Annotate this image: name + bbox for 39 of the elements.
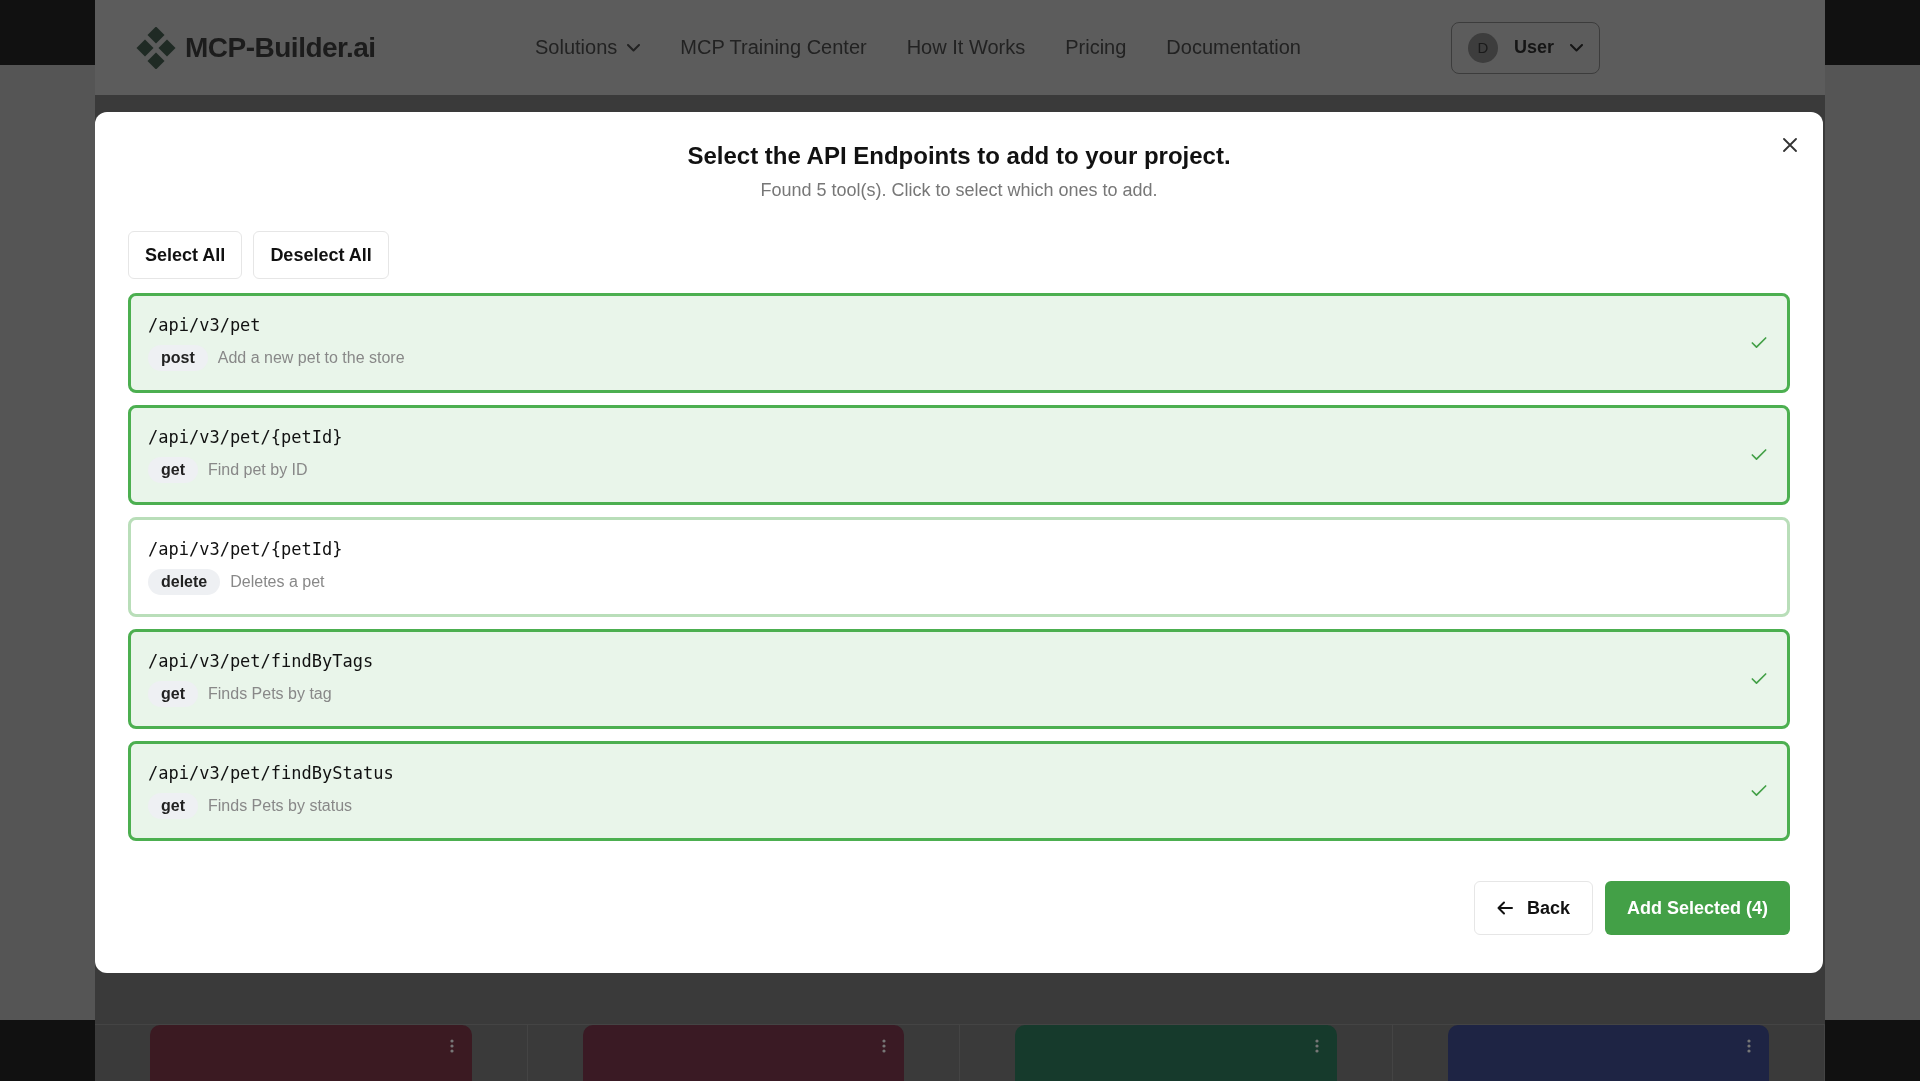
endpoint-option[interactable]: /api/v3/pet/{petId} delete Deletes a pet [128, 517, 1790, 617]
arrow-left-icon [1496, 901, 1513, 915]
dialog-title: Select the API Endpoints to add to your project. [686, 142, 1232, 170]
endpoint-option[interactable]: /api/v3/pet/{petId} get Find pet by ID [128, 405, 1790, 505]
method-tag: delete [148, 569, 221, 595]
user-name: User [1513, 37, 1554, 58]
chevron-down-icon [1569, 43, 1583, 52]
more-icon [1747, 1039, 1751, 1053]
endpoint-description: Finds Pets by status [208, 797, 353, 815]
close-icon [1783, 138, 1797, 152]
bulk-select-button[interactable]: Deselect All [253, 231, 389, 279]
endpoint-description: Add a new pet to the store [217, 349, 405, 367]
more-icon [882, 1039, 886, 1053]
endpoint-description: Find pet by ID [208, 461, 308, 479]
more-icon [449, 1039, 454, 1053]
endpoint-option[interactable]: /api/v3/pet/findByStatus get Finds Pets by status [128, 741, 1790, 841]
endpoint-path: /api/v3/pet [148, 315, 262, 335]
close-button[interactable] [1781, 136, 1799, 154]
method-tag: post [148, 345, 208, 371]
method-tag: get [148, 681, 198, 707]
method-tag: get [148, 793, 198, 819]
project-card[interactable] [1015, 1025, 1337, 1081]
project-card[interactable] [582, 1025, 904, 1081]
endpoint-description: Deletes a pet [230, 573, 325, 591]
endpoint-path: /api/v3/pet/{petId} [148, 539, 344, 559]
endpoint-path: /api/v3/pet/findByStatus [148, 763, 395, 783]
endpoint-option[interactable]: /api/v3/pet/findByTags get Finds Pets by tag [128, 629, 1790, 729]
more-icon [1314, 1039, 1319, 1053]
endpoint-description: Finds Pets by tag [208, 685, 332, 703]
endpoint-path: /api/v3/pet/findByTags [148, 651, 375, 671]
endpoint-option[interactable]: /api/v3/pet post Add a new pet to the store [128, 293, 1790, 393]
endpoint-path: /api/v3/pet/{petId} [148, 427, 344, 447]
dialog-subtitle: Found 5 tool(s). Click to select which ones to add. [759, 180, 1159, 201]
project-card[interactable] [150, 1025, 472, 1081]
logo-icon [135, 26, 177, 69]
back-button[interactable]: Back [1473, 881, 1593, 935]
project-card[interactable] [1447, 1025, 1769, 1081]
method-tag: get [148, 457, 198, 483]
bulk-select-button[interactable]: Select All [128, 231, 243, 279]
